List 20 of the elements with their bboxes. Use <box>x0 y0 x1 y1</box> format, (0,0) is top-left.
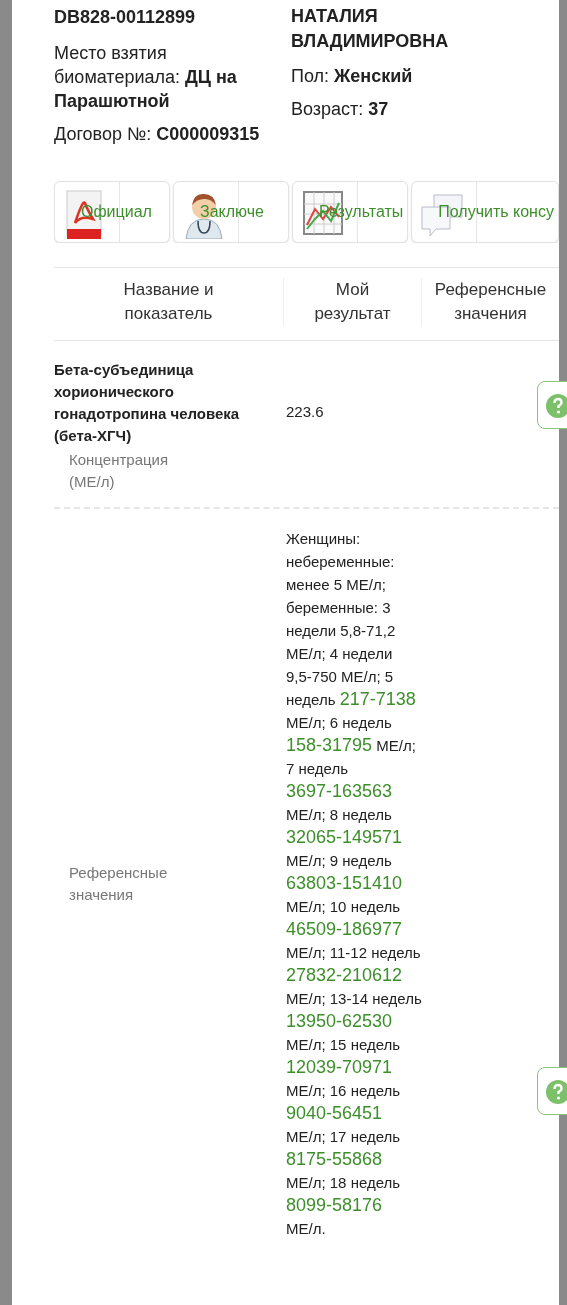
row-label: Референсные значения <box>69 862 169 905</box>
help-icon <box>545 394 567 418</box>
field-text: Возраст: 37 <box>291 98 390 121</box>
help-button[interactable] <box>536 381 567 429</box>
help-button[interactable] <box>536 1067 567 1115</box>
test-name: Бета-субъединица хорионического гонадотропина человека (бета-ХГЧ) <box>54 360 241 446</box>
help-icon <box>545 1080 567 1104</box>
unit-label: Концентрация (МЕ/л) <box>69 450 170 492</box>
reference-text: Женщины: небеременные: менее 5 МЕ/л; беременные: 3 недели 5,8-71,2 МЕ/л; 4 недели 9,5-750 МЕ/л; 5 недель 217-7138 МЕ/л; 6 недель 158-31795 МЕ/л; 7 недель 3697-163563 МЕ/л; 8 недель 32065-149571 МЕ/л; 9 недель 63803-151410 МЕ/л; 10 недель 46509-186977 МЕ/л; 11-12 недель 27832-210612 МЕ/л; 13-14 недель 13950-62530 МЕ/л; 15 недель 12039-70971 МЕ/л; 16 недель 9040-56451 МЕ/л; 17 недель 8175-55868 МЕ/л; 18 недель 8099-58176 МЕ/л. <box>286 529 422 1239</box>
column-header: Название и показатель <box>54 278 284 326</box>
action-button[interactable]: Получить консу <box>411 181 559 243</box>
column-header: Референсные значения <box>433 279 548 325</box>
patient-name: НАТАЛИЯ ВЛАДИМИРОВНА <box>291 5 450 53</box>
result-value: 223.6 <box>286 401 325 422</box>
field-text: Пол: Женский <box>291 65 414 88</box>
column-header: Мой результат <box>284 278 422 326</box>
field-text: Место взятия биоматериала: ДЦ на Парашютной <box>54 42 238 113</box>
field-text: Договор №: С000009315 <box>54 123 261 146</box>
action-button[interactable]: Заключе <box>173 181 289 243</box>
sample-id: DB828-00112899 <box>54 6 197 29</box>
